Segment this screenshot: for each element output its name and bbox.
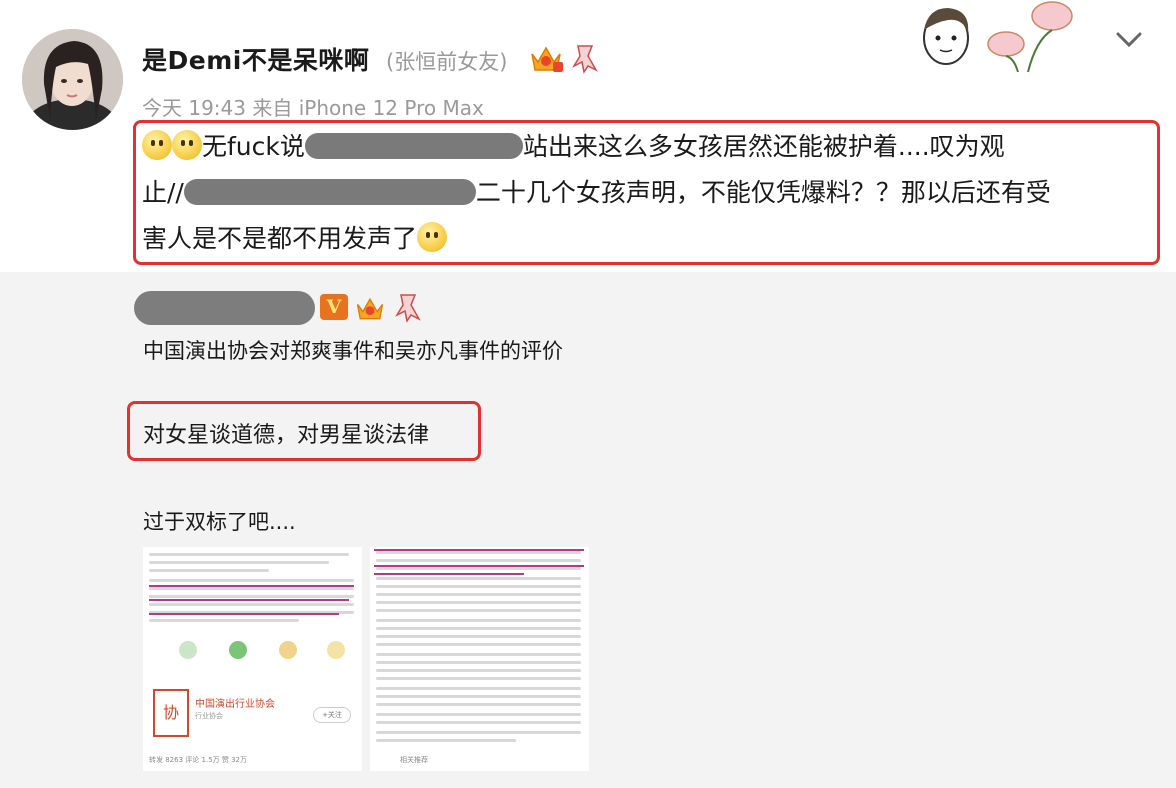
smile-emoji-icon [142, 130, 172, 160]
username[interactable]: 是Demi不是呆咪啊 [142, 41, 369, 77]
repost-highlight-text: 对女星谈道德，对男星谈法律 [143, 423, 430, 448]
ribbon-icon[interactable] [570, 42, 600, 74]
redacted-mention[interactable] [183, 179, 476, 205]
image-action-icon [229, 641, 247, 659]
image-text-line [149, 579, 354, 582]
org-title: 中国演出行业协会 [195, 699, 275, 710]
image-text-line [376, 593, 581, 596]
image-underline [374, 573, 524, 575]
post-line-2: 止// 二十几个女孩声明，不能仅凭爆料？？那以后还有受 [142, 171, 1051, 215]
repost-text-line3: 过于双标了吧.... [143, 510, 296, 534]
crown-icon[interactable] [354, 293, 386, 323]
post-line1-prefix: 无fuck说 [202, 132, 305, 161]
image-text-line [149, 603, 354, 606]
image-text-line [376, 601, 581, 604]
image-text-line [149, 619, 299, 622]
follow-button: +关注 [313, 707, 351, 723]
verified-v-icon: V [320, 294, 348, 320]
image-text-line [376, 585, 581, 588]
image-text-line [376, 703, 581, 706]
repost-text-line1: 中国演出协会对郑爽事件和吴亦凡事件的评价 [143, 339, 563, 363]
image-text-line [376, 643, 581, 646]
image-text-line [149, 561, 329, 564]
image-underline [374, 565, 584, 567]
post-line-3: 害人是不是都不用发声了 [142, 217, 448, 261]
repost-image-1[interactable]: 协 中国演出行业协会 行业协会 +关注 转发 8263 评论 1.5万 赞 32… [143, 547, 362, 771]
image-text-line [376, 687, 581, 690]
chevron-down-icon[interactable] [1114, 28, 1144, 52]
image-text-line [149, 569, 269, 572]
avatar[interactable] [22, 29, 123, 130]
post-line2-suffix: 二十几个女孩声明，不能仅凭爆料？？那以后还有受 [475, 178, 1051, 207]
post-line-1: 无fuck说 站出来这么多女孩居然还能被护着....叹为观 [142, 125, 1005, 169]
image-text-line [376, 577, 581, 580]
image-action-icon [279, 641, 297, 659]
image-underline [149, 585, 354, 587]
image-text-line [376, 713, 581, 716]
image-text-line [376, 619, 581, 622]
ribbon-icon[interactable] [393, 291, 423, 323]
image-underline [149, 613, 339, 615]
image-text-line [149, 595, 354, 598]
weibo-post-screen: 是Demi不是呆咪啊 (张恒前女友) 今天 19:43 来自 iPhone 12… [0, 0, 1176, 788]
image-action-icon [327, 641, 345, 659]
image-text-line [376, 559, 581, 562]
post-line2-prefix: 止// [142, 178, 184, 207]
image-text-line [376, 731, 581, 734]
image-footer: 相关推荐 [400, 756, 428, 764]
image-text-line [376, 609, 581, 612]
post-header-area: 是Demi不是呆咪啊 (张恒前女友) 今天 19:43 来自 iPhone 12… [0, 0, 1176, 272]
image-text-line [376, 627, 581, 630]
image-footer: 转发 8263 评论 1.5万 赞 32万 [149, 756, 247, 764]
post-line1-suffix: 站出来这么多女孩居然还能被护着....叹为观 [522, 132, 1005, 161]
smile-emoji-icon [172, 130, 202, 160]
confused-emoji-icon [417, 222, 448, 252]
org-subtitle: 行业协会 [195, 712, 223, 720]
redacted-mention[interactable] [304, 133, 523, 159]
image-text-line [376, 677, 581, 680]
image-action-icon [179, 641, 197, 659]
sticker-doodle [923, 1, 1073, 72]
image-underline [149, 599, 349, 601]
image-text-line [376, 635, 581, 638]
post-line3: 害人是不是都不用发声了 [142, 224, 418, 253]
image-text-line [376, 669, 581, 672]
repost-image-2[interactable]: 相关推荐 [370, 547, 589, 771]
image-text-line [376, 567, 581, 570]
image-text-line [376, 739, 516, 742]
repost-username-redacted[interactable] [134, 291, 315, 325]
image-action-row [151, 635, 351, 669]
image-text-line [149, 553, 349, 556]
image-text-line [149, 587, 354, 590]
image-text-line [376, 721, 581, 724]
org-seal-icon: 协 [153, 689, 189, 737]
image-underline [374, 549, 584, 551]
post-time-source: 今天 19:43 来自 iPhone 12 Pro Max [142, 96, 484, 120]
user-remark: (张恒前女友) [386, 50, 508, 74]
image-text-line [376, 653, 581, 656]
image-text-line [376, 661, 581, 664]
image-text-line [376, 551, 581, 554]
crown-icon[interactable] [528, 42, 564, 74]
image-text-line [376, 695, 581, 698]
